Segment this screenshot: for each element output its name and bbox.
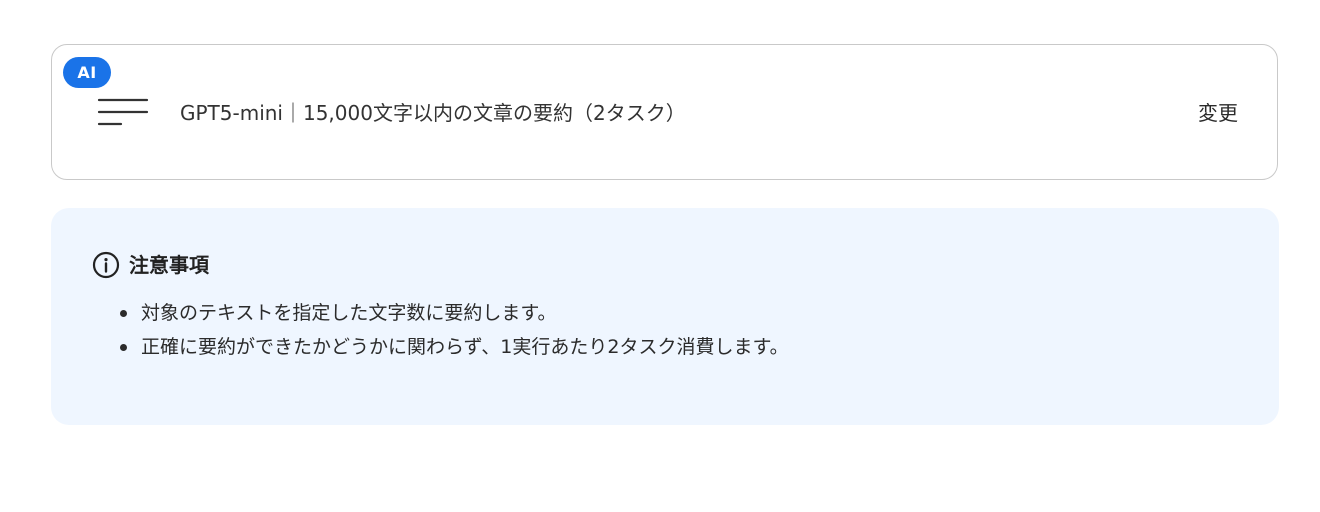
notice-title: 注意事項 [129,253,209,277]
notice-item: 正確に要約ができたかどうかに関わらず、1実行あたり2タスク消費します。 [119,330,789,364]
notice-header: 注意事項 [92,250,209,280]
page: AI GPT5-mini｜15,000文字以内の文章の要約（2タスク） 変更 注… [0,0,1320,512]
info-circle-icon [92,251,120,279]
summary-lines-icon [97,98,149,126]
action-title: GPT5-mini｜15,000文字以内の文章の要約（2タスク） [180,101,686,125]
change-button[interactable]: 変更 [1185,96,1251,130]
notice-item: 対象のテキストを指定した文字数に要約します。 [119,296,789,330]
ai-badge: AI [63,57,111,88]
notice-list: 対象のテキストを指定した文字数に要約します。 正確に要約ができたかどうかに関わら… [119,296,789,364]
